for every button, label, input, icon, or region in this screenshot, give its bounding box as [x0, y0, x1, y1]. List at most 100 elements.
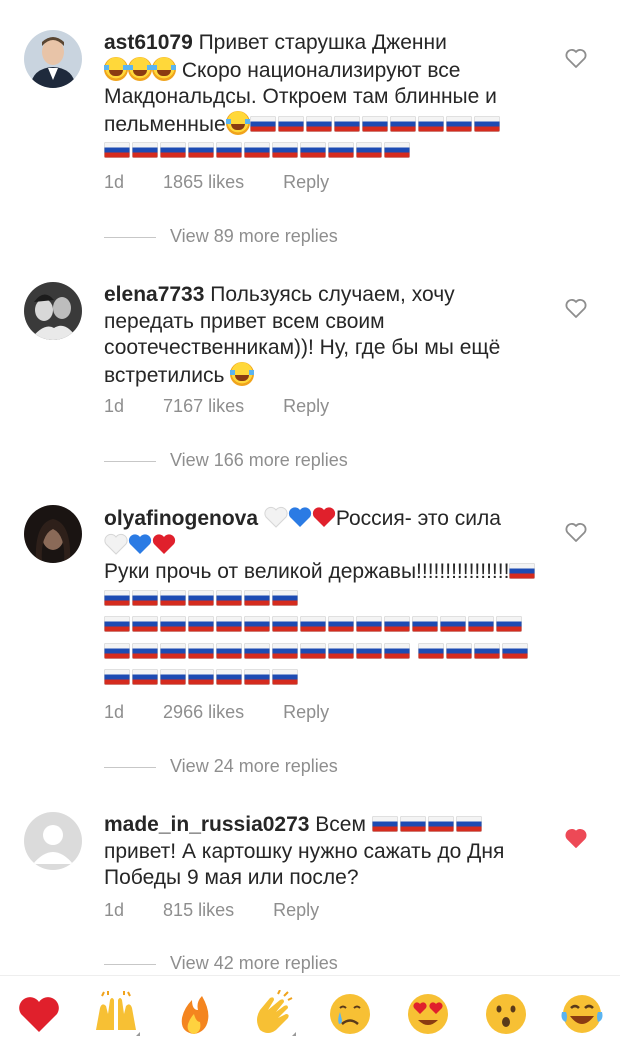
view-replies-button[interactable]: View 24 more replies: [104, 756, 338, 777]
divider: [104, 963, 156, 965]
comment-time: 1d: [104, 702, 125, 722]
reply-button[interactable]: Reply: [283, 172, 329, 192]
russia-flag-icon: [160, 669, 186, 685]
russia-flag-icon: [160, 142, 186, 158]
raising-hands-icon[interactable]: [92, 990, 140, 1038]
russia-flag-icon: [455, 816, 482, 832]
russia-flag-icon: [305, 115, 332, 132]
russia-flag-icon: [160, 642, 186, 659]
crying-face-icon[interactable]: [326, 990, 374, 1038]
comment-text: made_in_russia0273 Всем привет! А картош…: [104, 812, 544, 892]
username[interactable]: olyafinogenova: [104, 507, 258, 530]
comment-text-part: Руки прочь от великой державы!!!!!!!!!!!…: [104, 560, 510, 583]
russia-flag-icon: [244, 669, 270, 685]
view-replies-label[interactable]: View 24 more replies: [170, 756, 338, 776]
russia-flag-icon: [132, 142, 158, 158]
russia-flag-icon: [384, 616, 410, 632]
russia-flag-icon: [445, 115, 472, 132]
russia-flag-icon: [216, 642, 242, 659]
laughing-tears-icon[interactable]: [558, 990, 606, 1038]
russia-flag-icon: [333, 115, 360, 132]
comment-text-part: Привет старушка Дженни: [192, 31, 447, 54]
russia-flag-icon: [272, 616, 298, 632]
russia-flag-icon: [104, 589, 130, 606]
fire-icon[interactable]: [170, 990, 218, 1038]
russia-flag-icon: [216, 616, 242, 632]
russia-flag-icon: [356, 142, 382, 158]
comment-time: 1d: [104, 396, 125, 416]
russia-flag-icon: [417, 642, 444, 659]
avatar[interactable]: [24, 282, 82, 340]
comment-text: elena7733 Пользуясь случаем, хочу переда…: [104, 282, 536, 389]
comment-text-part: привет! А картошку нужно сажать до Дня П…: [104, 839, 505, 890]
russia-flag-icon: [356, 616, 382, 632]
russia-flag-icon: [509, 563, 536, 579]
russia-flag-icon: [272, 142, 298, 158]
avatar[interactable]: [24, 30, 82, 88]
like-heart-icon[interactable]: [564, 296, 588, 320]
view-replies-button[interactable]: View 89 more replies: [104, 226, 338, 247]
avatar[interactable]: [24, 812, 82, 870]
russia-flag-icon: [277, 115, 304, 132]
russia-flag-icon: [244, 589, 270, 606]
russia-flag-icon: [328, 642, 354, 659]
comment-text-part: Россия- это сила: [335, 507, 501, 530]
comment-text: olyafinogenova Россия- это сила Руки про…: [104, 506, 544, 692]
liked-heart-icon[interactable]: [564, 826, 588, 850]
white-heart-icon: [264, 506, 288, 528]
russia-flag-icon: [160, 616, 186, 632]
russia-flag-icon: [104, 142, 130, 158]
heart-eyes-icon[interactable]: [404, 990, 452, 1038]
russia-flag-icon: [300, 616, 326, 632]
comment-meta: 1d 1865 likes Reply: [104, 172, 363, 193]
laughing-tears-icon: [104, 56, 128, 81]
likes-count[interactable]: 815 likes: [163, 900, 234, 920]
reply-button[interactable]: Reply: [283, 396, 329, 416]
like-heart-icon[interactable]: [564, 46, 588, 70]
reply-button[interactable]: Reply: [273, 900, 319, 920]
red-heart-icon: [152, 533, 176, 554]
likes-count[interactable]: 1865 likes: [163, 172, 244, 192]
clapping-hands-icon[interactable]: [248, 989, 296, 1038]
username[interactable]: ast61079: [104, 31, 193, 54]
russia-flag-icon: [272, 589, 298, 606]
russia-flag-icon: [132, 642, 158, 659]
russia-flag-icon: [188, 669, 214, 685]
russia-flag-icon: [216, 589, 242, 606]
russia-flag-icon: [389, 115, 416, 132]
like-heart-icon[interactable]: [564, 520, 588, 544]
russia-flag-icon: [188, 616, 214, 632]
russia-flag-icon: [244, 616, 270, 632]
russia-flag-icon: [216, 142, 242, 158]
russia-flag-icon: [384, 642, 410, 659]
russia-flag-icon: [328, 142, 354, 158]
view-replies-label[interactable]: View 166 more replies: [170, 450, 348, 470]
russia-flag-icon: [104, 669, 130, 685]
russia-flag-icon: [132, 669, 158, 685]
view-replies-button[interactable]: View 42 more replies: [104, 953, 338, 974]
username[interactable]: elena7733: [104, 283, 204, 306]
view-replies-label[interactable]: View 89 more replies: [170, 226, 338, 246]
username[interactable]: made_in_russia0273: [104, 813, 309, 836]
comment-text-part: Всем: [309, 813, 372, 836]
russia-flag-icon: [104, 616, 130, 632]
laughing-tears-icon: [152, 56, 176, 81]
russia-flag-icon: [216, 669, 242, 685]
russia-flag-icon: [427, 816, 454, 832]
emoji-reaction-bar: [0, 975, 620, 1055]
blue-heart-icon: [288, 507, 311, 527]
russia-flag-icon: [160, 589, 186, 606]
likes-count[interactable]: 2966 likes: [163, 702, 244, 722]
view-replies-button[interactable]: View 166 more replies: [104, 450, 348, 471]
blue-heart-icon: [128, 533, 152, 554]
reply-button[interactable]: Reply: [283, 702, 329, 722]
russia-flag-icon: [412, 616, 438, 632]
view-replies-label[interactable]: View 42 more replies: [170, 953, 338, 973]
comment-text: ast61079 Привет старушка Дженни Скоро на…: [104, 30, 544, 165]
red-heart-icon[interactable]: [15, 990, 63, 1038]
likes-count[interactable]: 7167 likes: [163, 396, 244, 416]
avatar[interactable]: [24, 505, 82, 563]
russia-flag-icon: [249, 115, 276, 132]
russia-flag-icon: [300, 642, 326, 659]
surprised-face-icon[interactable]: [482, 990, 530, 1038]
